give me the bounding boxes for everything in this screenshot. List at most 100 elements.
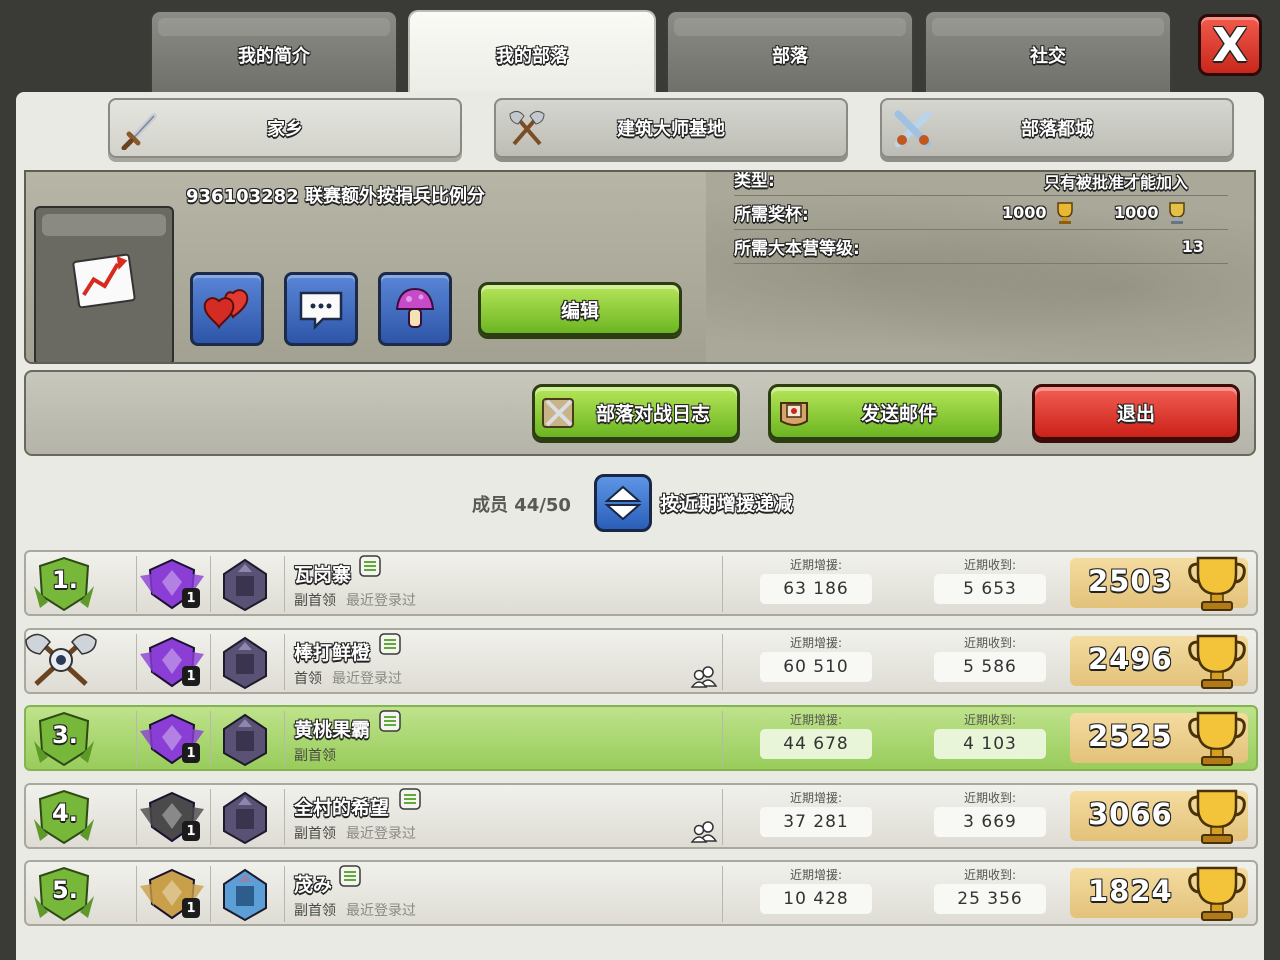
trophy-count: 2496 (1088, 642, 1173, 676)
received-value: 3 669 (934, 807, 1046, 837)
row-divider (136, 711, 137, 767)
note-icon[interactable] (378, 632, 402, 656)
town-hall-icon (223, 868, 267, 922)
member-row[interactable]: 1 棒打鲜橙 首领 最近登录过 近期增援: 60 510 近期收到: 5 586 … (24, 628, 1258, 694)
last-seen-label: 最近登录过 (346, 903, 416, 919)
player-name[interactable]: 瓦岗寨 (294, 560, 351, 587)
received-label: 近期收到: (963, 713, 1017, 727)
trophy-icon (1188, 634, 1246, 689)
member-row[interactable]: 4. 1 全村的希望 副首领 最近登录过 近期增援: 37 281 近期收到: 3… (24, 783, 1258, 849)
trophy-count: 2503 (1088, 564, 1173, 598)
rank-number: 3. (52, 721, 78, 749)
subtab-label: 家乡 (267, 119, 303, 140)
subtab-bar: 家乡 建筑大师基地 部落都城 (0, 98, 1280, 164)
row-divider (210, 866, 211, 922)
member-row[interactable]: 5. 1 茂み 副首领 最近登录过 近期增援: 10 428 近期收到: 25 3… (24, 860, 1258, 926)
donated-label: 近期增援: (789, 791, 843, 805)
player-role: 副首领 最近登录过 (294, 900, 416, 920)
row-divider (136, 556, 137, 612)
leave-clan-button[interactable]: 退出 (1032, 384, 1240, 440)
sort-toggle-button[interactable] (594, 474, 652, 532)
member-row[interactable]: 1. 1 瓦岗寨 副首领 最近登录过 近期增援: 63 186 近期收到: 5 6… (24, 550, 1258, 616)
clan-action-bar: 部落对战日志 发送邮件 退出 (24, 370, 1256, 456)
req-trophies-label: 所需奖杯: (734, 205, 809, 225)
clan-chat-button[interactable] (284, 272, 358, 346)
note-icon[interactable] (378, 709, 402, 733)
war-log-icon (542, 398, 574, 428)
war-log-button[interactable]: 部落对战日志 (532, 384, 740, 440)
received-value: 5 586 (934, 652, 1046, 682)
donated-label: 近期增援: (789, 558, 843, 572)
town-hall-icon (223, 791, 267, 845)
trophy-box: 3066 (1070, 789, 1248, 844)
top-tab-bar: 我的简介 我的部落 部落 社交 (0, 0, 1280, 100)
subtab-clan-capital[interactable]: 部落都城 (880, 98, 1234, 158)
sort-arrows-icon (604, 485, 642, 521)
donated-label: 近期增援: (789, 636, 843, 650)
player-role: 副首领 (294, 745, 346, 765)
note-icon[interactable] (338, 864, 362, 888)
role-label: 副首领 (294, 748, 336, 764)
role-label: 副首领 (294, 903, 336, 919)
tab-my-clan[interactable]: 我的部落 (408, 10, 656, 100)
note-icon[interactable] (358, 554, 382, 578)
member-row[interactable]: 3. 1 黄桃果霸 副首领 近期增援: 44 678 近期收到: 4 103 2… (24, 705, 1258, 771)
player-name[interactable]: 棒打鲜橙 (294, 638, 370, 665)
trophy-count: 1824 (1088, 874, 1173, 908)
row-divider (210, 556, 211, 612)
trophy-icon (1188, 866, 1246, 921)
req-type-label: 类型: (734, 171, 775, 191)
town-hall-icon (223, 558, 267, 612)
player-name[interactable]: 全村的希望 (294, 793, 389, 820)
war-log-label: 部落对战日志 (595, 402, 710, 425)
received-label: 近期收到: (963, 791, 1017, 805)
last-seen-label: 最近登录过 (346, 826, 416, 842)
rank-number: 1. (52, 566, 78, 594)
edit-button[interactable]: 编辑 (478, 282, 682, 336)
role-label: 副首领 (294, 593, 336, 609)
player-role: 副首领 最近登录过 (294, 823, 416, 843)
edit-button-label: 编辑 (560, 299, 599, 322)
row-divider (722, 634, 723, 690)
donated-value: 37 281 (760, 807, 872, 837)
received-label: 近期收到: (963, 558, 1017, 572)
row-divider (136, 789, 137, 845)
clan-perks-button[interactable] (190, 272, 264, 346)
send-mail-button[interactable]: 发送邮件 (768, 384, 1002, 440)
chat-bubble-icon (299, 291, 343, 331)
row-divider (722, 711, 723, 767)
received-value: 4 103 (934, 729, 1046, 759)
donated-value: 63 186 (760, 574, 872, 604)
tab-my-profile[interactable]: 我的简介 (150, 10, 398, 96)
row-divider (284, 634, 285, 690)
role-label: 副首领 (294, 826, 336, 842)
tab-label: 我的简介 (238, 46, 310, 67)
subtab-home[interactable]: 家乡 (108, 98, 462, 158)
player-name[interactable]: 黄桃果霸 (294, 715, 370, 742)
donated-label: 近期增援: (789, 868, 843, 882)
close-button[interactable]: X (1198, 14, 1262, 76)
row-divider (284, 789, 285, 845)
clan-badge-button[interactable] (378, 272, 452, 346)
player-name[interactable]: 茂み (294, 870, 332, 897)
trophy-count: 2525 (1088, 719, 1173, 753)
rank-number: 4. (52, 799, 78, 827)
row-divider (722, 866, 723, 922)
note-icon[interactable] (398, 787, 422, 811)
league-level: 1 (182, 666, 200, 686)
req-trophies-home: 1000 (1002, 203, 1047, 222)
req-type-row: 类型: 只有被批准才能加入 (734, 171, 1228, 196)
tab-label: 部落 (772, 46, 808, 67)
subtab-builder-base[interactable]: 建筑大师基地 (494, 98, 848, 158)
trophy-box: 2496 (1070, 634, 1248, 689)
role-label: 首领 (294, 671, 322, 687)
tab-clans[interactable]: 部落 (666, 10, 914, 96)
clan-stats-box[interactable] (34, 206, 174, 362)
row-divider (284, 711, 285, 767)
league-level: 1 (182, 821, 200, 841)
row-divider (210, 789, 211, 845)
clan-description: 936103282 联赛额外按捐兵比例分 (186, 186, 485, 207)
tab-social[interactable]: 社交 (924, 10, 1172, 96)
row-divider (284, 556, 285, 612)
close-icon: X (1212, 18, 1248, 72)
